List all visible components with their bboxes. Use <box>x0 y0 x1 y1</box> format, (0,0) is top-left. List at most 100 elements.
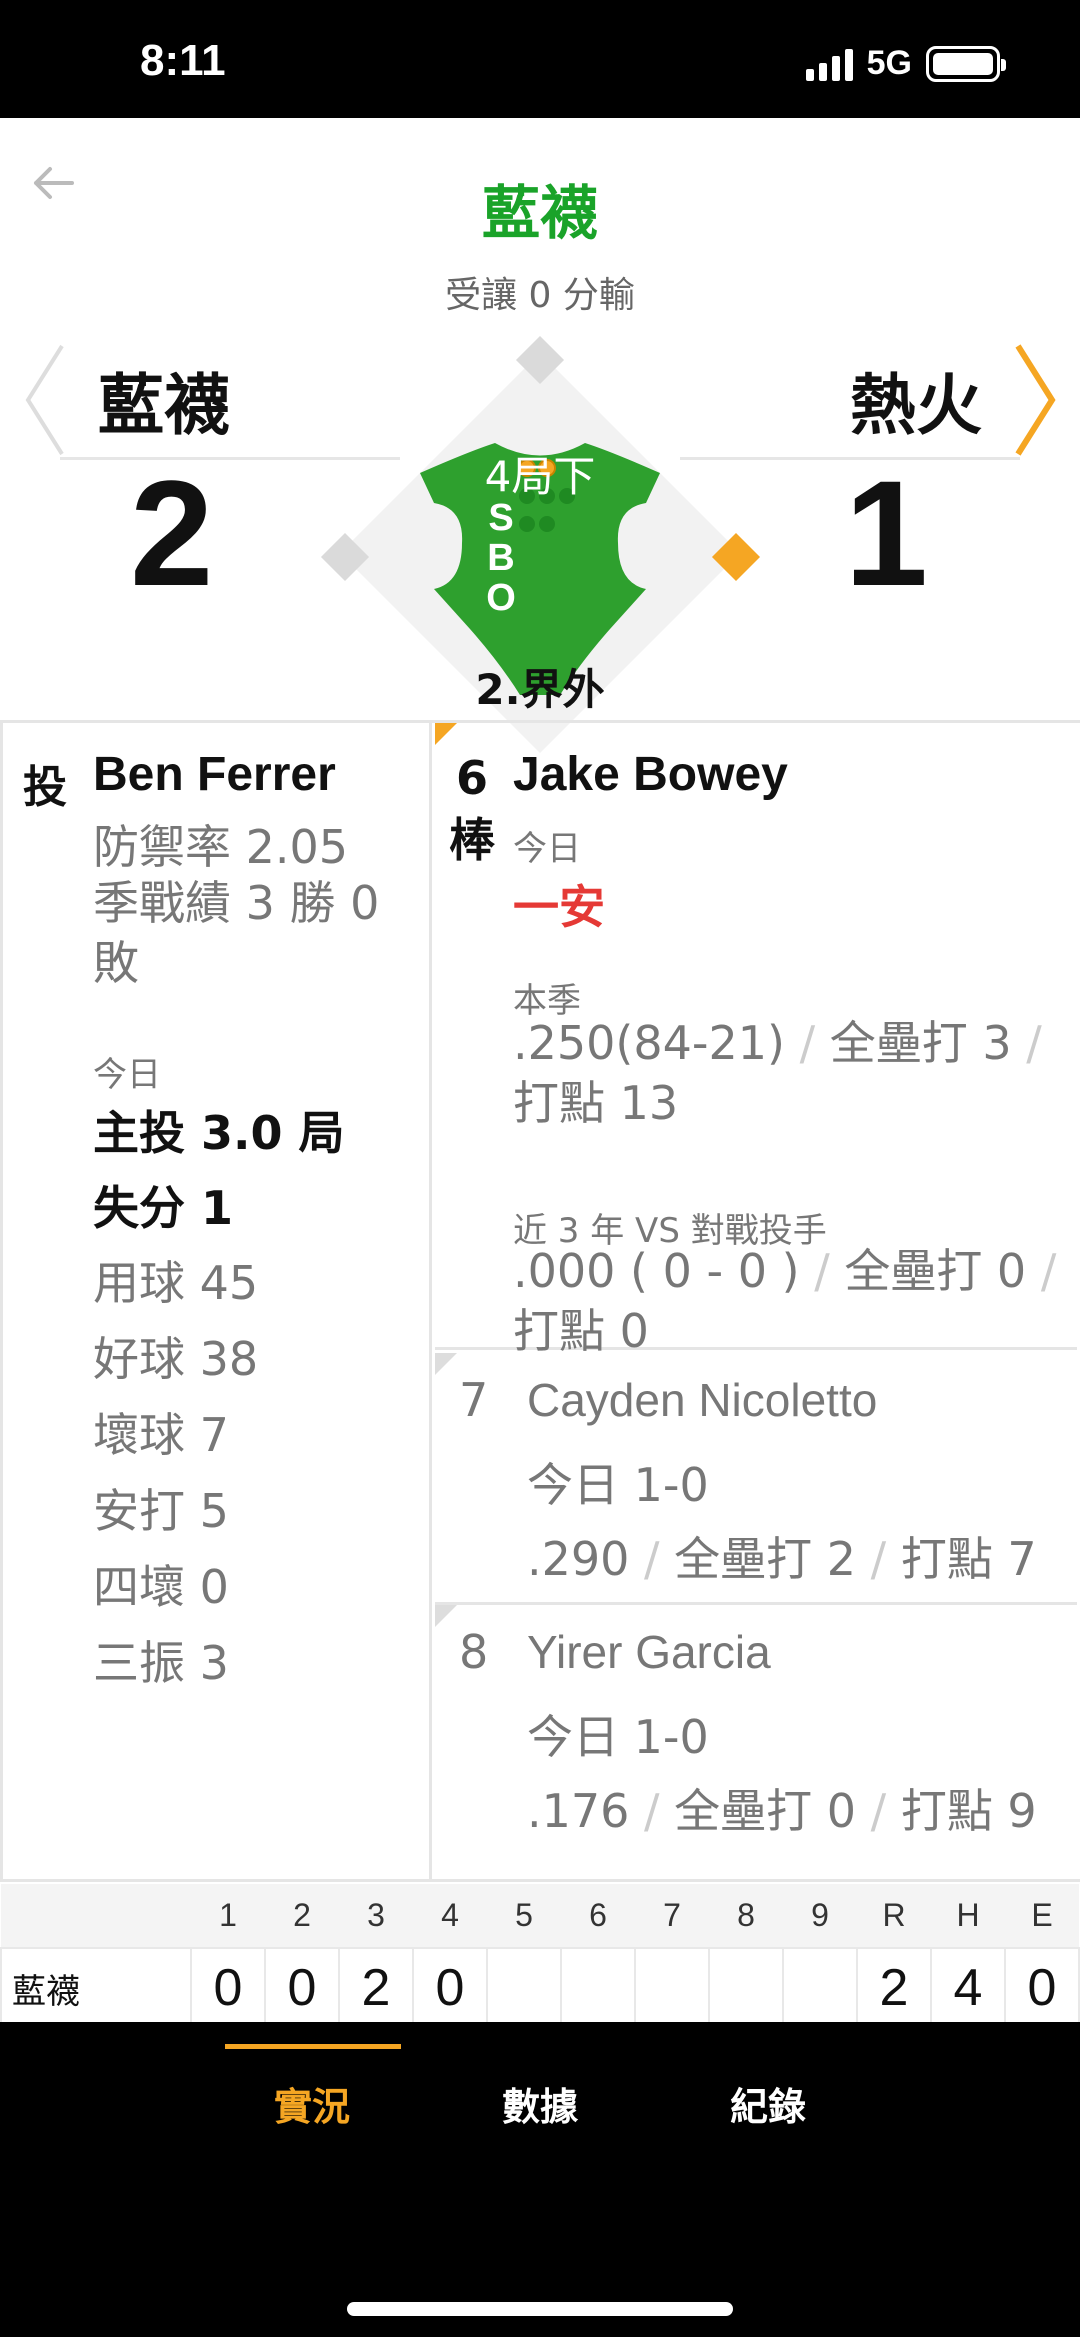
linescore-total-r: 2 <box>856 1947 932 2029</box>
chevron-left-icon[interactable] <box>20 340 70 458</box>
season-rbi: 打點 13 <box>513 1076 679 1130</box>
pitcher-strikeouts: 三振 3 <box>93 1636 229 1690</box>
home-indicator <box>347 2302 733 2316</box>
next-batter-avg: .290 <box>527 1532 630 1586</box>
count-labels: S B O <box>486 498 516 618</box>
linescore-col-header <box>1 1884 191 1948</box>
linescore-inning-cell: 0 <box>190 1947 266 2029</box>
upcoming-marker <box>435 1353 457 1375</box>
tab-bar: 實況 數據 紀錄 <box>0 2022 1080 2337</box>
batting-order: 6 棒 <box>447 747 497 871</box>
pitcher-today-label: 今日 <box>93 1055 161 1095</box>
home-team-name: 熱火 <box>850 367 982 444</box>
pitcher-hits: 安打 5 <box>93 1484 229 1538</box>
batter-name: Jake Bowey <box>513 748 788 801</box>
leading-team: 藍襪 <box>481 179 598 247</box>
next-batter-rbi: 打點 7 <box>900 1532 1037 1586</box>
vs-rbi: 打點 0 <box>513 1304 649 1358</box>
linescore-col-header: 1 <box>191 1884 265 1948</box>
next-batter-today: 今日 1-0 <box>527 1710 709 1764</box>
batter-panel: 6 棒 Jake Bowey 今日 一安 本季 .250(84-21) / 全壘… <box>435 723 1077 1879</box>
next-batter-hr: 全壘打 0 <box>674 1784 857 1838</box>
current-marker <box>435 723 457 745</box>
linescore-col-header: E <box>1005 1884 1079 1948</box>
next-batter-stats: .290 / 全壘打 2 / 打點 7 <box>527 1532 1037 1586</box>
next-batter-avg: .176 <box>527 1784 630 1838</box>
linescore-inning-cell: 0 <box>264 1947 340 2029</box>
away-score: 2 <box>130 449 214 617</box>
next-batter-stats: .176 / 全壘打 0 / 打點 9 <box>527 1784 1037 1838</box>
linescore-col-header: 7 <box>635 1884 709 1948</box>
pitcher-era: 防禦率 2.05 <box>93 820 349 874</box>
pitcher-strikes: 好球 38 <box>93 1332 259 1386</box>
tab-records[interactable]: 紀錄 <box>668 2076 868 2131</box>
linescore-inning-cell <box>782 1947 858 2029</box>
linescore-header: 123456789RHE <box>1 1884 1079 1948</box>
away-team-name: 藍襪 <box>98 367 230 444</box>
linescore-team: 藍襪 <box>0 1947 192 2029</box>
next-batter-name: Yirer Garcia <box>527 1626 771 1678</box>
status-icons: 5G <box>805 44 1006 83</box>
linescore-col-header: H <box>931 1884 1005 1948</box>
next-batter-today: 今日 1-0 <box>527 1458 709 1512</box>
game-live-screen: 藍襪 受讓 0 分輸 藍襪 熱火 2 1 4局下 S B O 2.界外 投 Be… <box>0 118 1080 2140</box>
linescore-col-header: 2 <box>265 1884 339 1948</box>
linescore-col-header: 6 <box>561 1884 635 1948</box>
linescore-inning-cell <box>634 1947 710 2029</box>
pitcher-innings: 主投 3.0 局 <box>93 1106 345 1160</box>
linescore-col-header: 5 <box>487 1884 561 1948</box>
home-score: 1 <box>844 449 928 617</box>
upcoming-marker <box>435 1605 457 1627</box>
signal-icon <box>805 47 853 81</box>
linescore-col-header: 8 <box>709 1884 783 1948</box>
linescore-col-header: 9 <box>783 1884 857 1948</box>
linescore-inning-cell: 2 <box>338 1947 414 2029</box>
linescore-inning-cell <box>486 1947 562 2029</box>
next-batter-hr: 全壘打 2 <box>674 1532 857 1586</box>
tab-live[interactable]: 實況 <box>212 2076 412 2131</box>
out-dot <box>539 516 555 532</box>
out-dot <box>519 516 535 532</box>
vs-hr: 全壘打 0 <box>844 1244 1027 1298</box>
batter-season-stats: .250(84-21) / 全壘打 3 / 打點 13 <box>513 1016 1042 1130</box>
linescore-inning-cell: 0 <box>412 1947 488 2029</box>
next-batter[interactable]: 7 Cayden Nicoletto 今日 1-0 .290 / 全壘打 2 /… <box>435 1353 1077 1605</box>
season-hr: 全壘打 3 <box>829 1016 1012 1070</box>
next-batter-order: 7 <box>459 1373 489 1427</box>
linescore-col-header: R <box>857 1884 931 1948</box>
pitcher-runs: 失分 1 <box>93 1181 234 1235</box>
pitcher-season-record: 季戰績 3 勝 0 敗 <box>93 876 380 990</box>
matchup-panels: 投 Ben Ferrer 防禦率 2.05 季戰績 3 勝 0 敗 今日 主投 … <box>0 720 1080 1882</box>
battery-icon <box>926 45 1006 82</box>
linescore-inning-cell <box>708 1947 784 2029</box>
tab-stats[interactable]: 數據 <box>440 2076 640 2131</box>
next-batter[interactable]: 8 Yirer Garcia 今日 1-0 .176 / 全壘打 0 / 打點 … <box>435 1605 1077 1857</box>
vs-pitcher-stats: .000 ( 0 - 0 ) / 全壘打 0 / 打點 0 <box>513 1244 1057 1358</box>
active-tab-indicator <box>225 2044 401 2049</box>
status-bar: 8:11 5G <box>0 0 1080 118</box>
linescore-row: 藍襪 0 0 2 0 2 4 0 <box>0 1947 1080 2029</box>
linescore-col-header: 3 <box>339 1884 413 1948</box>
season-avg: .250(84-21) <box>513 1016 785 1070</box>
pitcher-pitches: 用球 45 <box>93 1256 259 1310</box>
next-batter-rbi: 打點 9 <box>900 1784 1037 1838</box>
pitcher-walks: 四壞 0 <box>93 1560 229 1614</box>
batter-today-result: 一安 <box>513 880 605 934</box>
order-number: 6 <box>455 751 488 805</box>
last-play: 2.界外 <box>475 665 605 714</box>
pitcher-tag: 投 <box>23 762 67 813</box>
next-batter-name: Cayden Nicoletto <box>527 1374 878 1426</box>
vs-avg: .000 ( 0 - 0 ) <box>513 1244 800 1298</box>
inning-label: 4局下 <box>484 452 596 501</box>
strike-label: S <box>488 497 514 539</box>
network-label: 5G <box>866 44 912 82</box>
pitcher-balls: 壞球 7 <box>93 1408 229 1462</box>
pitcher-panel[interactable]: 投 Ben Ferrer 防禦率 2.05 季戰績 3 勝 0 敗 今日 主投 … <box>0 723 432 1879</box>
linescore-total-h: 4 <box>930 1947 1006 2029</box>
status-time: 8:11 <box>140 36 226 85</box>
linescore-total-e: 0 <box>1004 1947 1080 2029</box>
out-label: O <box>486 577 516 619</box>
current-batter[interactable]: 6 棒 Jake Bowey 今日 一安 本季 .250(84-21) / 全壘… <box>435 723 1077 1358</box>
chevron-right-icon[interactable] <box>1010 340 1060 458</box>
next-batter-order: 8 <box>459 1625 489 1679</box>
